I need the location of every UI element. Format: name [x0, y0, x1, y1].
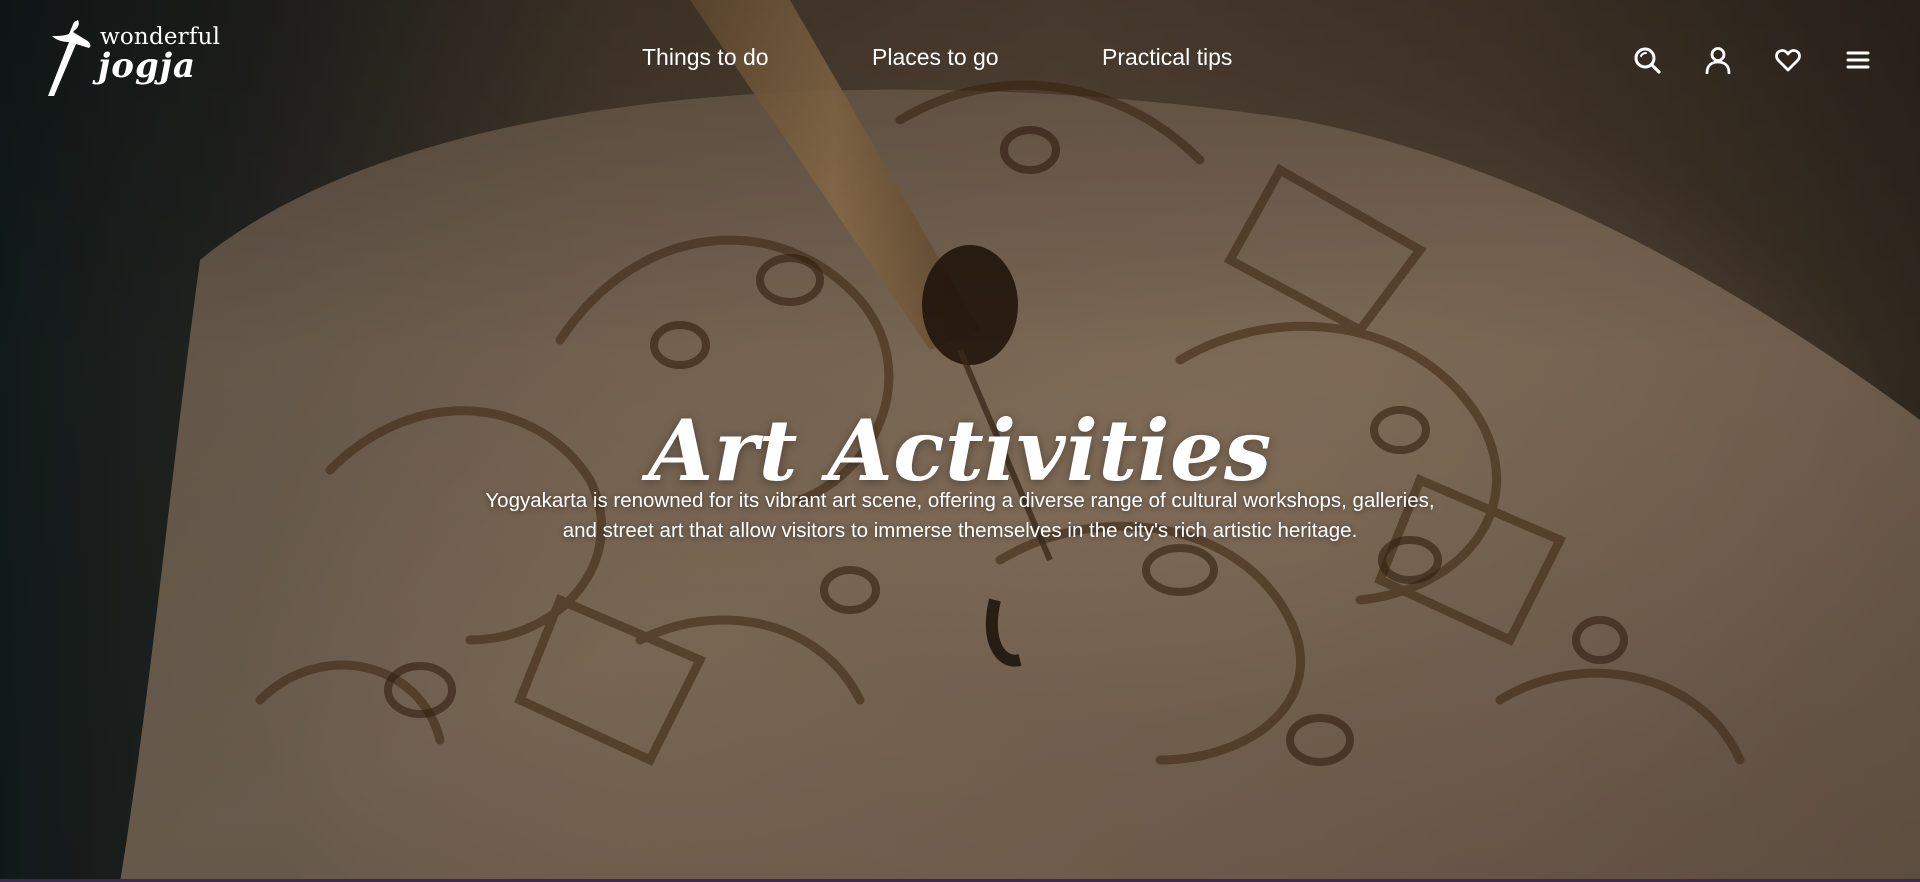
search-icon[interactable] — [1633, 46, 1661, 74]
main-nav: Things to do Places to go Practical tips — [0, 44, 1920, 74]
hero-section: wonderful jogja Things to do Places to g… — [0, 0, 1920, 882]
hero-description: Yogyakarta is renowned for its vibrant a… — [485, 488, 1435, 542]
user-icon[interactable] — [1704, 46, 1732, 75]
menu-icon[interactable] — [1844, 46, 1872, 74]
nav-practical-tips[interactable]: Practical tips — [1102, 44, 1232, 71]
site-header: wonderful jogja Things to do Places to g… — [0, 0, 1920, 118]
nav-places-to-go[interactable]: Places to go — [872, 44, 999, 71]
nav-things-to-do[interactable]: Things to do — [642, 44, 769, 71]
heart-icon[interactable] — [1774, 46, 1802, 74]
